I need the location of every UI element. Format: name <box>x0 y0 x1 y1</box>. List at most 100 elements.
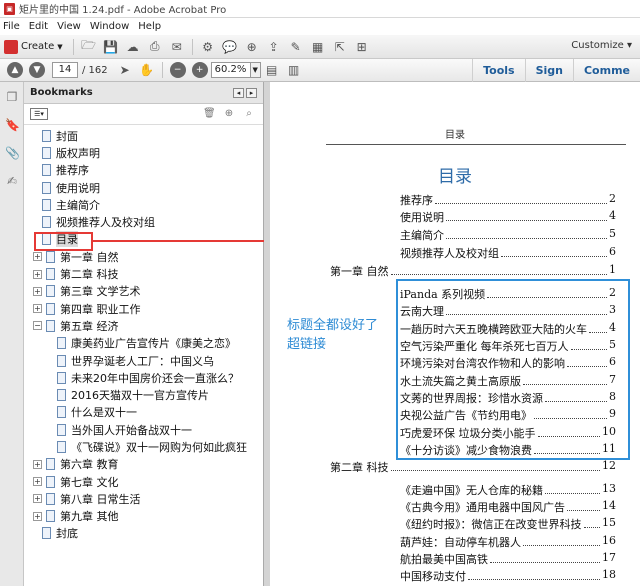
tools-link[interactable]: Tools <box>472 59 524 82</box>
toc-chapter-entry[interactable]: 第二章 科技 12 <box>330 459 616 475</box>
sign-link[interactable]: Sign <box>524 59 573 82</box>
next-page-icon[interactable]: ▼ <box>29 62 45 78</box>
expand-icon[interactable]: + <box>33 269 42 279</box>
table-icon[interactable]: ▦ <box>310 39 326 55</box>
toc-entry[interactable]: 《走遍中国》无人仓库的秘籍 13 <box>400 482 616 498</box>
collapse-panel-icon[interactable]: ◂ <box>233 88 244 98</box>
bookmark-label: 版权声明 <box>56 146 100 160</box>
collapse-icon[interactable]: − <box>33 321 42 331</box>
delete-bookmark-icon[interactable]: 🗑 <box>203 108 216 120</box>
toc-page-number: 14 <box>602 499 616 512</box>
separator <box>161 62 163 78</box>
bookmark-item[interactable]: 版权声明 <box>24 144 263 161</box>
title-bar: ▣ 矩片里的中国 1.24.pdf - Adobe Acrobat Pro <box>0 0 640 18</box>
menu-bar: File Edit View Window Help <box>0 18 640 35</box>
bookmark-item[interactable]: 康美药业广告宣传片《康美之恋》 <box>24 335 263 352</box>
bookmark-options-icon[interactable]: ☰▾ <box>30 108 48 120</box>
expand-icon[interactable]: + <box>33 494 42 504</box>
bookmark-item[interactable]: 2016天猫双十一官方宣传片 <box>24 386 263 403</box>
navigation-pane-strip: ❐ 🔖 📎 ✍ <box>0 82 24 586</box>
menu-window[interactable]: Window <box>90 21 129 32</box>
bookmark-item[interactable]: + 第六章 教育 <box>24 456 263 473</box>
bookmark-item[interactable]: 当外国人开始备战双十一 <box>24 421 263 438</box>
export-icon[interactable]: ⇱ <box>332 39 348 55</box>
bookmark-item[interactable]: + 第七章 文化 <box>24 473 263 490</box>
create-button[interactable]: Create ▼ <box>4 39 63 54</box>
bookmark-item[interactable]: + 第二章 科技 <box>24 265 263 282</box>
bookmark-item[interactable]: − 第五章 经济 <box>24 317 263 334</box>
customize-button[interactable]: Customize ▾ <box>571 40 632 51</box>
bookmark-item[interactable]: 使用说明 <box>24 179 263 196</box>
menu-view[interactable]: View <box>57 21 81 32</box>
bookmark-item[interactable]: 什么是双十一 <box>24 404 263 421</box>
bookmark-item[interactable]: 封面 <box>24 127 263 144</box>
bookmarks-icon[interactable]: 🔖 <box>5 118 20 132</box>
toc-entry[interactable]: 《纽约时报》：微信正在改变世界科技 15 <box>400 516 616 532</box>
gear-icon[interactable]: ⚙ <box>200 39 216 55</box>
toc-entry[interactable]: 视频推荐人及校对组 6 <box>400 245 616 261</box>
toc-entry[interactable]: 中国移动支付 18 <box>400 568 616 584</box>
bookmark-item[interactable]: 视频推荐人及校对组 <box>24 213 263 230</box>
hand-tool-icon[interactable]: ✋ <box>139 62 155 78</box>
attach-icon[interactable]: ⊕ <box>244 39 260 55</box>
page-thumbnails-icon[interactable]: ❐ <box>5 90 19 104</box>
bookmark-item[interactable]: 世界孕诞老人工厂：中国义乌 <box>24 352 263 369</box>
fit-width-icon[interactable]: ▥ <box>286 62 302 78</box>
stamp-icon[interactable]: ⊞ <box>354 39 370 55</box>
find-bookmark-icon[interactable]: ⌕ <box>243 108 255 120</box>
new-bookmark-icon[interactable]: ⊕ <box>223 108 235 120</box>
expand-icon[interactable]: + <box>33 252 42 262</box>
bookmark-item[interactable]: 未来20年中国房价还会一直涨么？ <box>24 369 263 386</box>
select-cursor-icon[interactable]: ➤ <box>117 62 133 78</box>
bookmark-item[interactable]: 封底 <box>24 525 263 542</box>
zoom-level-input[interactable]: 60.2% <box>210 62 251 78</box>
bookmark-item[interactable]: + 第八章 日常生活 <box>24 490 263 507</box>
toc-entry[interactable]: 使用说明 4 <box>400 209 616 225</box>
toc-leader-dots <box>583 516 600 528</box>
comment-link[interactable]: Comme <box>572 59 640 82</box>
bookmark-item[interactable]: + 第三章 文学艺术 <box>24 283 263 300</box>
bookmark-item[interactable]: 主编简介 <box>24 196 263 213</box>
expand-icon[interactable]: + <box>33 304 42 314</box>
toc-entry[interactable]: 主编简介 5 <box>400 227 616 243</box>
menu-file[interactable]: File <box>3 21 20 32</box>
zoom-dropdown-icon[interactable]: ▼ <box>250 62 261 78</box>
toc-page-number: 6 <box>609 245 616 258</box>
menu-edit[interactable]: Edit <box>29 21 48 32</box>
toc-entry[interactable]: 葫芦娃：自动停车机器人 16 <box>400 534 616 550</box>
menu-help[interactable]: Help <box>138 21 161 32</box>
toc-chapter-entry[interactable]: 第一章 自然 1 <box>330 263 616 279</box>
toc-entry[interactable]: 《古典今用》通用电器中国风广告 14 <box>400 499 616 515</box>
bookmark-label: 第九章 其他 <box>60 510 119 524</box>
previous-page-icon[interactable]: ▲ <box>7 62 23 78</box>
signatures-icon[interactable]: ✍ <box>5 174 19 188</box>
sign-icon[interactable]: ✎ <box>288 39 304 55</box>
toc-page-number: 4 <box>609 209 616 222</box>
bookmark-item[interactable]: + 第四章 职业工作 <box>24 300 263 317</box>
bookmark-item[interactable]: 推荐序 <box>24 162 263 179</box>
attachments-icon[interactable]: 📎 <box>5 146 20 160</box>
comment-icon[interactable]: 💬 <box>222 39 238 55</box>
save-icon[interactable]: 💾 <box>103 39 119 55</box>
expand-icon[interactable]: + <box>33 286 42 296</box>
toc-page-number: 13 <box>602 482 616 495</box>
share-icon[interactable]: ⇪ <box>266 39 282 55</box>
cloud-upload-icon[interactable]: ☁ <box>125 39 141 55</box>
print-icon[interactable]: ⎙ <box>147 39 163 55</box>
expand-icon[interactable]: + <box>33 477 42 487</box>
toc-entry[interactable]: 航拍最美中国高铁 17 <box>400 551 616 567</box>
toc-entry-title: 第二章 科技 <box>330 461 389 474</box>
bookmark-label: 第七章 文化 <box>60 475 119 489</box>
bookmark-item[interactable]: 《飞碟说》双十一网购为何如此疯狂 <box>24 438 263 455</box>
fit-page-icon[interactable]: ▤ <box>264 62 280 78</box>
open-folder-icon[interactable]: 🗁 <box>81 38 97 55</box>
expand-icon[interactable]: + <box>33 511 42 521</box>
bookmark-item[interactable]: + 第九章 其他 <box>24 508 263 525</box>
zoom-in-icon[interactable]: + <box>191 62 208 78</box>
toc-entry[interactable]: 推荐序 2 <box>400 192 616 208</box>
zoom-out-icon[interactable]: − <box>169 62 186 78</box>
page-number-input[interactable]: 14 <box>52 62 78 78</box>
expand-panel-icon[interactable]: ▸ <box>246 88 257 98</box>
expand-icon[interactable]: + <box>33 459 42 469</box>
email-icon[interactable]: ✉ <box>169 39 185 55</box>
